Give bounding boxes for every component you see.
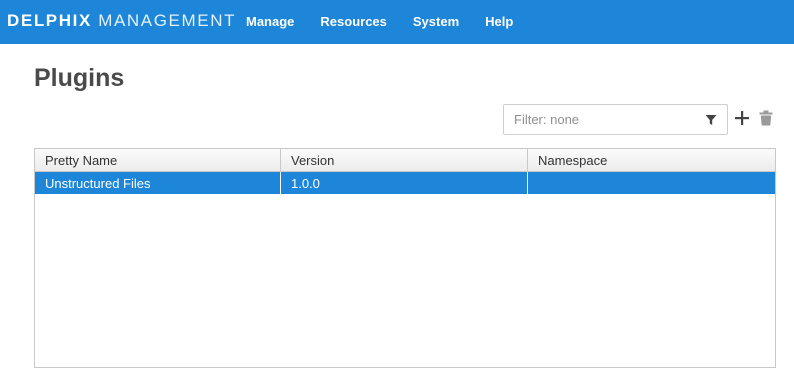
brand-light-text: MANAGEMENT: [98, 11, 237, 30]
nav-item-resources[interactable]: Resources: [320, 14, 386, 29]
table-header: Pretty Name Version Namespace: [35, 149, 775, 172]
plugins-table: Pretty Name Version Namespace Unstructur…: [34, 148, 776, 368]
nav-item-system[interactable]: System: [413, 14, 459, 29]
funnel-icon[interactable]: [705, 114, 717, 126]
top-nav-bar: DELPHIX MANAGEMENT Manage Resources Syst…: [0, 0, 794, 44]
main-nav: Manage Resources System Help: [246, 14, 513, 29]
column-header-version[interactable]: Version: [281, 149, 528, 172]
filter-box[interactable]: [503, 104, 728, 135]
brand-bold-text: DELPHIX: [7, 11, 92, 30]
cell-version: 1.0.0: [281, 172, 528, 194]
nav-item-manage[interactable]: Manage: [246, 14, 294, 29]
brand-logo: DELPHIX MANAGEMENT: [7, 11, 236, 31]
page-title: Plugins: [34, 64, 125, 92]
column-header-namespace[interactable]: Namespace: [528, 149, 775, 172]
plus-icon[interactable]: [734, 110, 750, 126]
filter-input[interactable]: [504, 105, 694, 134]
cell-pretty-name: Unstructured Files: [35, 172, 281, 194]
nav-item-help[interactable]: Help: [485, 14, 513, 29]
table-row[interactable]: Unstructured Files 1.0.0: [35, 172, 775, 194]
column-header-pretty-name[interactable]: Pretty Name: [35, 149, 281, 172]
cell-namespace: [528, 172, 775, 194]
trash-icon[interactable]: [759, 110, 773, 126]
